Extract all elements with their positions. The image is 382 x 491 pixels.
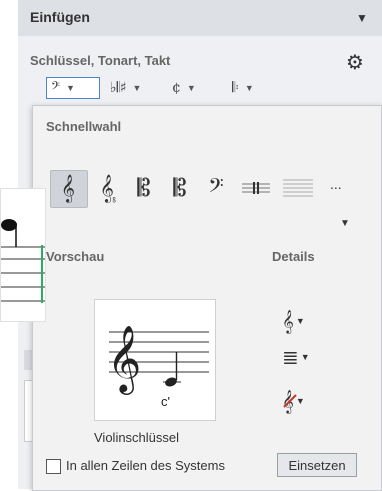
percussion-clef-icon[interactable]: [240, 170, 272, 206]
bass-clef-icon[interactable]: 𝄢: [200, 170, 232, 206]
clef-dropdown-button[interactable]: 𝄢 ▼: [46, 77, 100, 99]
barline-dropdown-button[interactable]: 𝄆 ▼: [232, 77, 254, 99]
preview-label: Vorschau: [46, 249, 105, 264]
red-strike-icon: [283, 394, 297, 408]
all-lines-checkbox-label[interactable]: In allen Zeilen des Systems: [66, 458, 225, 473]
gear-icon[interactable]: ⚙: [346, 50, 364, 75]
preview-note-label: c': [161, 394, 170, 409]
panel-title: Einfügen: [30, 9, 90, 25]
bass-clef-icon: 𝄢: [51, 80, 61, 96]
section-label: Schlüssel, Tonart, Takt: [30, 53, 171, 68]
clef-color-icon: 𝄞: [282, 389, 297, 413]
clef-popup: [32, 105, 382, 491]
chevron-down-icon: ▼: [300, 352, 310, 362]
tenor-clef-icon[interactable]: 𝄡: [164, 170, 196, 206]
score-staff: [1, 219, 45, 303]
tab-staff-icon: [283, 179, 313, 197]
percussion-clef-icon: [242, 182, 270, 194]
clef-detail-icon: 𝄞: [282, 309, 294, 333]
key-signature-icon: ♭𝄃♯: [110, 80, 127, 96]
preview-staff: 𝄞 c': [107, 324, 209, 409]
treble-8vb-clef-icon[interactable]: 𝄠: [92, 170, 124, 206]
time-signature-icon: ¢: [172, 80, 181, 96]
treble-clef-icon: 𝄞: [107, 324, 141, 395]
clef-color-button[interactable]: 𝄞 ▼: [282, 389, 305, 413]
details-label: Details: [272, 249, 315, 264]
barline-icon: 𝄆: [232, 80, 239, 96]
all-lines-checkbox[interactable]: [46, 459, 61, 474]
treble-clef-icon[interactable]: 𝄞: [52, 170, 84, 206]
panel-divider: [24, 350, 32, 370]
time-signature-dropdown-button[interactable]: ¢ ▼: [172, 77, 196, 99]
chevron-down-icon: ▼: [244, 83, 254, 93]
chevron-down-icon: ▼: [295, 316, 305, 326]
quick-select-label: Schnellwahl: [46, 119, 122, 134]
key-signature-dropdown-button[interactable]: ♭𝄃♯ ▼: [110, 77, 141, 99]
triangle-down-icon[interactable]: ▼: [356, 11, 368, 25]
staff-lines-icon: ≣: [282, 345, 299, 369]
chevron-down-icon: ▼: [186, 83, 196, 93]
clef-detail-button[interactable]: 𝄞 ▼: [282, 309, 305, 333]
preview-clef-name: Violinschlüssel: [94, 430, 180, 445]
clef-preview: 𝄞 c': [94, 299, 216, 421]
chevron-down-icon: ▼: [66, 83, 75, 93]
more-clefs-label[interactable]: ...: [330, 176, 342, 192]
chevron-down-icon[interactable]: ▼: [340, 218, 350, 229]
score-fragment: [0, 188, 46, 322]
tab-clef-icon[interactable]: [282, 170, 314, 206]
staff-lines-button[interactable]: ≣ ▼: [282, 345, 310, 369]
insert-button[interactable]: Einsetzen: [277, 453, 357, 477]
alto-clef-icon[interactable]: 𝄡: [128, 170, 160, 206]
chevron-down-icon: ▼: [132, 83, 142, 93]
